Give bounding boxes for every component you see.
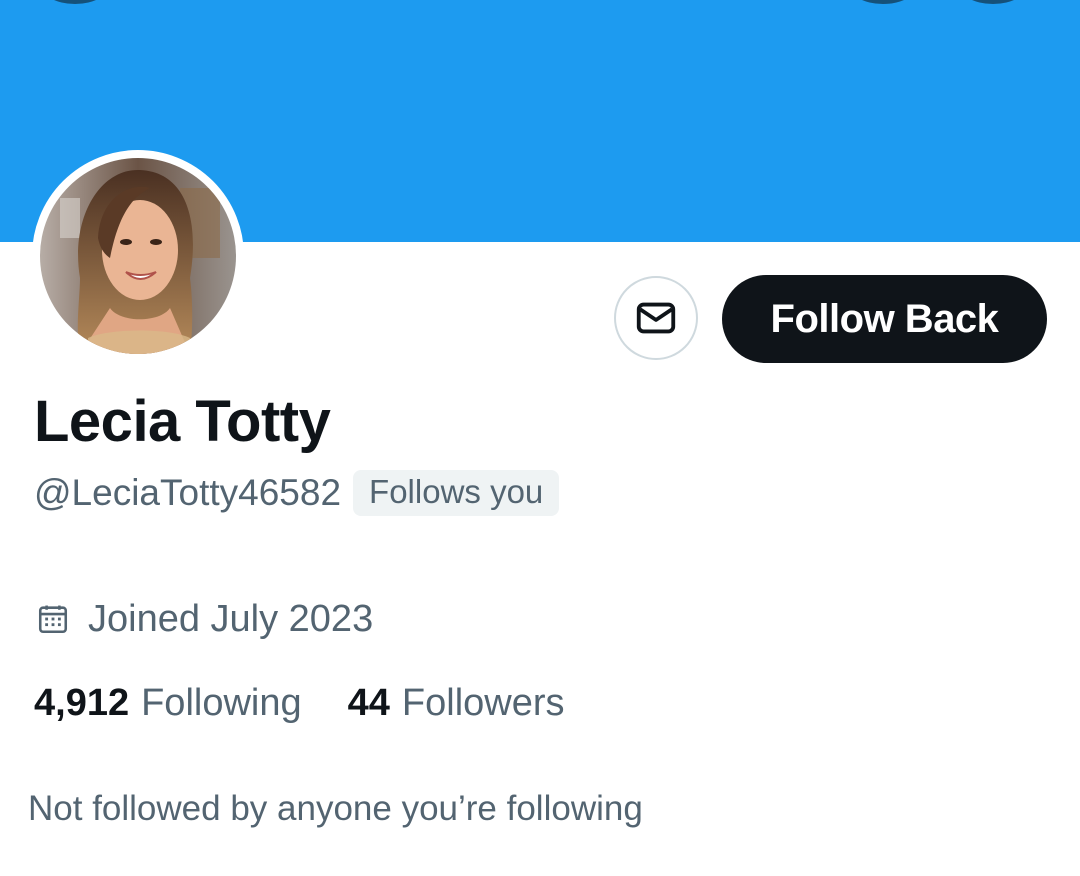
follows-you-badge: Follows you <box>353 470 560 516</box>
following-count: 4,912 <box>34 681 130 724</box>
calendar-icon <box>38 605 68 634</box>
mail-icon <box>636 302 676 334</box>
display-name: Lecia Totty <box>34 389 331 454</box>
following-label: Following <box>141 681 302 724</box>
message-button[interactable] <box>614 276 698 360</box>
followers-count: 44 <box>347 681 390 724</box>
avatar[interactable] <box>32 150 244 362</box>
user-handle: @LeciaTotty46582 <box>34 472 342 513</box>
followers-label: Followers <box>401 681 565 724</box>
mutual-followers-text: Not followed by anyone you’re following <box>28 789 643 828</box>
followers-link[interactable]: 44 Followers <box>348 682 565 725</box>
joined-text: Joined July 2023 <box>88 597 374 640</box>
joined-date: Joined July 2023 <box>36 594 373 644</box>
following-link[interactable]: 4,912 Following <box>34 682 302 725</box>
follow-counts: 4,912 Following 44 Followers <box>34 678 565 728</box>
more-options-button[interactable] <box>958 0 1028 4</box>
back-button[interactable] <box>40 0 110 4</box>
search-button[interactable] <box>848 0 918 4</box>
avatar-photo <box>40 158 236 354</box>
follow-back-label: Follow Back <box>770 296 999 341</box>
handle-row: @LeciaTotty46582 Follows you <box>34 468 560 518</box>
follow-back-button[interactable]: Follow Back <box>722 275 1047 363</box>
